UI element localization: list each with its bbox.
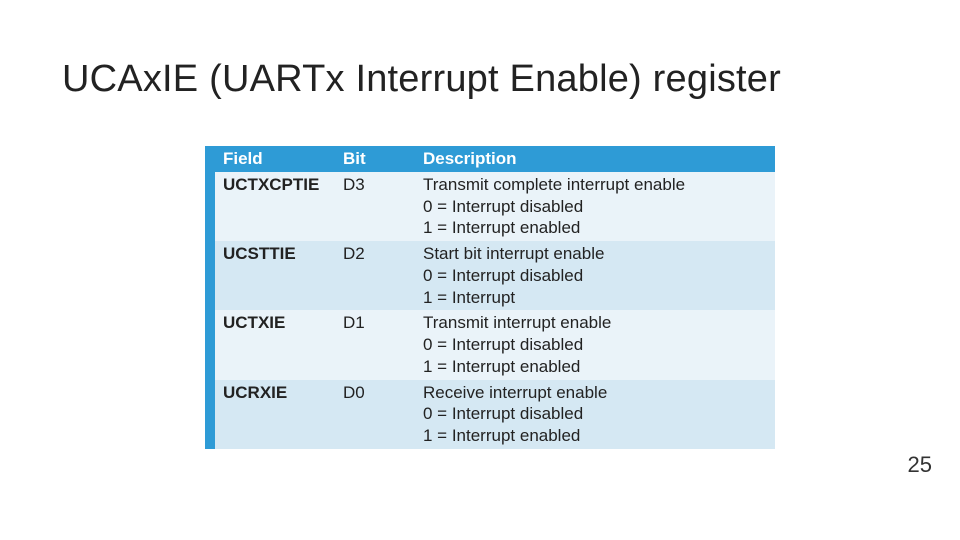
- table-row: UCTXIE D1 Transmit interrupt enable 0 = …: [205, 310, 775, 379]
- field-name: UCSTTIE: [223, 244, 296, 263]
- cell-bit: D1: [335, 310, 415, 379]
- col-field-label: Field: [223, 149, 263, 168]
- desc-line: 0 = Interrupt disabled: [423, 265, 767, 287]
- desc-line: 1 = Interrupt: [423, 287, 767, 309]
- desc-line: 0 = Interrupt disabled: [423, 334, 767, 356]
- accent-cell: [205, 380, 215, 449]
- field-name: UCRXIE: [223, 383, 287, 402]
- slide: UCAxIE (UARTx Interrupt Enable) register…: [0, 0, 960, 540]
- desc-line: 1 = Interrupt enabled: [423, 217, 767, 239]
- col-field: Field: [215, 146, 335, 172]
- cell-bit: D2: [335, 241, 415, 310]
- col-bit: Bit: [335, 146, 415, 172]
- table-row: UCSTTIE D2 Start bit interrupt enable 0 …: [205, 241, 775, 310]
- cell-field: UCSTTIE: [215, 241, 335, 310]
- desc-line: Start bit interrupt enable: [423, 243, 767, 265]
- page-number: 25: [908, 452, 932, 478]
- cell-bit: D0: [335, 380, 415, 449]
- table-row: UCRXIE D0 Receive interrupt enable 0 = I…: [205, 380, 775, 449]
- field-name: UCTXIE: [223, 313, 285, 332]
- accent-cell: [205, 241, 215, 310]
- accent-cell: [205, 146, 215, 172]
- cell-bit: D3: [335, 172, 415, 241]
- desc-line: Transmit complete interrupt enable: [423, 174, 767, 196]
- cell-desc: Start bit interrupt enable 0 = Interrupt…: [415, 241, 775, 310]
- desc-line: 0 = Interrupt disabled: [423, 196, 767, 218]
- page-title: UCAxIE (UARTx Interrupt Enable) register: [62, 58, 781, 101]
- cell-field: UCTXIE: [215, 310, 335, 379]
- cell-field: UCRXIE: [215, 380, 335, 449]
- desc-line: 1 = Interrupt enabled: [423, 356, 767, 378]
- col-desc-label: Description: [423, 149, 517, 168]
- register-table: Field Bit Description UCTXCPTIE D3 Trans…: [205, 146, 775, 449]
- cell-desc: Receive interrupt enable 0 = Interrupt d…: [415, 380, 775, 449]
- desc-line: Transmit interrupt enable: [423, 312, 767, 334]
- cell-field: UCTXCPTIE: [215, 172, 335, 241]
- accent-cell: [205, 310, 215, 379]
- desc-line: 1 = Interrupt enabled: [423, 425, 767, 447]
- accent-cell: [205, 172, 215, 241]
- cell-desc: Transmit interrupt enable 0 = Interrupt …: [415, 310, 775, 379]
- desc-line: 0 = Interrupt disabled: [423, 403, 767, 425]
- table-header-row: Field Bit Description: [205, 146, 775, 172]
- field-name: UCTXCPTIE: [223, 175, 319, 194]
- desc-line: Receive interrupt enable: [423, 382, 767, 404]
- col-desc: Description: [415, 146, 775, 172]
- table-row: UCTXCPTIE D3 Transmit complete interrupt…: [205, 172, 775, 241]
- col-bit-label: Bit: [343, 149, 366, 168]
- table: Field Bit Description UCTXCPTIE D3 Trans…: [205, 146, 775, 449]
- cell-desc: Transmit complete interrupt enable 0 = I…: [415, 172, 775, 241]
